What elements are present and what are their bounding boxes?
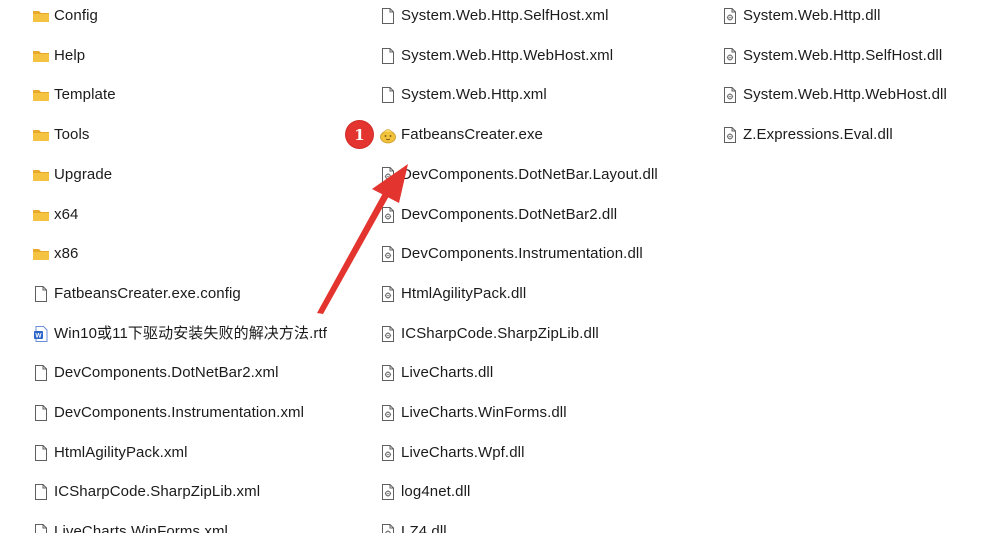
file-item-label: DevComponents.DotNetBar.Layout.dll [401,165,658,183]
file-icon [32,285,50,303]
file-icon [32,404,50,422]
folder-icon [32,7,50,25]
file-item[interactable]: LiveCharts.Wpf.dll [379,441,525,465]
file-item[interactable]: log4net.dll [379,480,471,504]
folder-icon [32,126,50,144]
file-item-label: Help [54,46,86,64]
file-item-label: x86 [54,245,79,263]
file-item[interactable]: System.Web.Http.SelfHost.xml [379,4,609,28]
file-item[interactable]: Upgrade [32,163,112,187]
file-item[interactable]: HtmlAgilityPack.dll [379,282,526,306]
file-icon [379,7,397,25]
file-item[interactable]: FatbeansCreater.exe.config [32,282,241,306]
file-item-label: FatbeansCreater.exe [401,126,543,144]
file-item-label: log4net.dll [401,483,471,501]
file-icon [32,483,50,501]
file-item-label: System.Web.Http.SelfHost.dll [743,46,943,64]
file-item[interactable]: x64 [32,203,79,227]
file-item[interactable]: W Win10或11下驱动安装失败的解决方法.rtf [32,322,327,346]
file-icon [379,47,397,65]
dll-icon [379,245,397,263]
file-item[interactable]: LiveCharts.WinForms.dll [379,401,567,425]
dll-icon [379,364,397,382]
file-item-label: DevComponents.DotNetBar2.dll [401,205,618,223]
file-item[interactable]: Template [32,83,116,107]
file-item[interactable]: DevComponents.DotNetBar2.dll [379,203,617,227]
dll-icon [721,47,739,65]
file-item-label: x64 [54,205,79,223]
file-item-label: Config [54,7,98,24]
annotation-badge: 1 [346,121,373,148]
file-item[interactable]: System.Web.Http.SelfHost.dll [721,44,942,68]
dll-icon [721,86,739,104]
file-item-label: LZ4.dll [401,523,447,533]
file-item[interactable]: x86 [32,242,79,266]
file-item[interactable]: Tools [32,123,90,147]
file-icon [379,86,397,104]
file-item[interactable]: Z.Expressions.Eval.dll [721,123,893,147]
file-icon [32,523,50,533]
file-item-label: LiveCharts.WinForms.dll [401,404,567,421]
folder-icon [32,166,50,184]
file-item[interactable]: HtmlAgilityPack.xml [32,441,188,465]
file-item-label: Z.Expressions.Eval.dll [743,126,893,144]
file-item-label: Template [54,86,116,104]
folder-icon [32,245,50,263]
dll-icon [379,166,397,184]
file-item[interactable]: LZ4.dll [379,520,447,533]
file-item-label: LiveCharts.Wpf.dll [401,443,525,461]
dll-icon [379,523,397,533]
file-item-label: ICSharpCode.SharpZipLib.dll [401,324,599,342]
file-item[interactable]: System.Web.Http.WebHost.xml [379,44,613,68]
exe-app-icon [379,126,397,144]
file-item[interactable]: System.Web.Http.WebHost.dll [721,83,947,107]
file-item-label: Tools [54,126,90,144]
file-item[interactable]: Help [32,44,85,68]
file-item-label: LiveCharts.WinForms.xml [54,523,228,533]
file-item-label: FatbeansCreater.exe.config [54,284,241,302]
file-item-label: Win10或11下驱动安装失败的解决方法.rtf [54,324,327,342]
file-item-label: Upgrade [54,165,113,183]
file-item-label: HtmlAgilityPack.xml [54,443,188,461]
dll-icon [379,444,397,462]
file-item[interactable]: DevComponents.DotNetBar.Layout.dll [379,163,658,187]
folder-icon [32,86,50,104]
file-item[interactable]: ICSharpCode.SharpZipLib.dll [379,322,599,346]
file-item[interactable]: ICSharpCode.SharpZipLib.xml [32,480,260,504]
file-item-label: System.Web.Http.dll [743,7,881,24]
file-item-label: HtmlAgilityPack.dll [401,284,527,302]
file-item-label: LiveCharts.dll [401,364,494,382]
svg-text:W: W [35,332,42,339]
file-item[interactable]: DevComponents.Instrumentation.dll [379,242,643,266]
file-icon [32,444,50,462]
file-item-label: DevComponents.DotNetBar2.xml [54,364,279,382]
file-item[interactable]: DevComponents.DotNetBar2.xml [32,361,279,385]
folder-icon [32,47,50,65]
file-item[interactable]: FatbeansCreater.exe [379,123,543,147]
file-list-pane: Config Help Template Tools Upgrade x64 x86 Fatb… [0,0,990,533]
file-item[interactable]: LiveCharts.dll [379,361,493,385]
dll-icon [721,7,739,25]
file-item-label: DevComponents.Instrumentation.dll [401,245,643,263]
folder-icon [32,206,50,224]
file-item-label: System.Web.Http.xml [401,86,547,104]
dll-icon [379,206,397,224]
dll-icon [379,483,397,501]
dll-icon [721,126,739,144]
file-item-label: ICSharpCode.SharpZipLib.xml [54,483,261,501]
file-item-label: System.Web.Http.WebHost.dll [743,86,947,104]
file-item[interactable]: System.Web.Http.xml [379,83,547,107]
file-item-label: DevComponents.Instrumentation.xml [54,404,305,421]
file-item[interactable]: System.Web.Http.dll [721,4,881,28]
file-item[interactable]: LiveCharts.WinForms.xml [32,520,228,533]
dll-icon [379,404,397,422]
word-document-icon: W [32,325,50,343]
file-icon [32,364,50,382]
file-item-label: System.Web.Http.WebHost.xml [401,46,614,64]
dll-icon [379,325,397,343]
file-item-label: System.Web.Http.SelfHost.xml [401,7,609,24]
file-item[interactable]: Config [32,4,98,28]
dll-icon [379,285,397,303]
file-item[interactable]: DevComponents.Instrumentation.xml [32,401,304,425]
